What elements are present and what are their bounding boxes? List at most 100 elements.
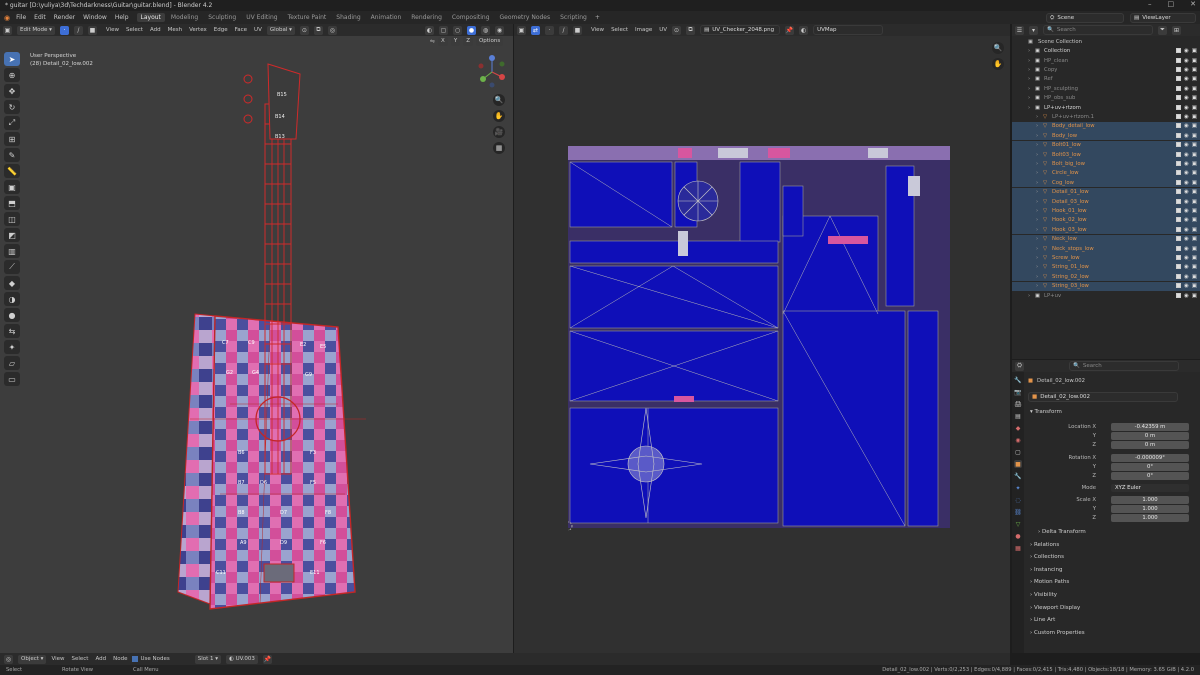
world-tab-icon[interactable]: ◉	[1014, 436, 1022, 444]
uv-snap-icon[interactable]: ⧉	[686, 25, 696, 35]
outliner-row[interactable]: › ▽ Neck_stops_low ◉ ▣	[1012, 243, 1200, 254]
include-checkbox[interactable]	[1175, 132, 1181, 138]
bottom-menu-select[interactable]: Select	[72, 656, 89, 662]
outliner[interactable]: ☰ ▾ 🔍 Search ⏷ ⊞ ▣ Scene Collection › ▣ Col…	[1012, 24, 1200, 359]
camera-icon[interactable]: ▣	[1192, 48, 1197, 54]
scale-z-field[interactable]: 1.000	[1111, 513, 1189, 522]
rotation-x-field[interactable]: -0.000009°	[1111, 453, 1189, 462]
include-checkbox[interactable]	[1175, 198, 1181, 204]
tool-tab-icon[interactable]: 🔧	[1014, 376, 1022, 384]
pivot-icon[interactable]: ⊙	[299, 25, 309, 35]
expand-arrow-icon[interactable]: ›	[1028, 95, 1030, 101]
edge-slide-tool-icon[interactable]: ⇆	[4, 324, 20, 338]
uv-menu-view[interactable]: View	[591, 27, 604, 33]
expand-arrow-icon[interactable]: ›	[1036, 123, 1038, 129]
material-pin-icon[interactable]: 📌	[262, 654, 272, 664]
wireframe-shading-icon[interactable]: ○	[453, 25, 462, 35]
object-type-selector[interactable]: Object ▾	[18, 654, 47, 664]
eye-icon[interactable]: ◉	[1184, 133, 1189, 139]
expand-arrow-icon[interactable]: ›	[1036, 283, 1038, 289]
eye-icon[interactable]: ◉	[1184, 170, 1189, 176]
expand-arrow-icon[interactable]: ›	[1036, 114, 1038, 120]
eye-icon[interactable]: ◉	[1184, 67, 1189, 73]
vertex-select-icon[interactable]: ·	[59, 25, 69, 35]
bottom-editor-type-icon[interactable]: ◎	[4, 654, 13, 664]
camera-icon[interactable]: ▣	[1192, 283, 1197, 289]
ortho-grid-icon[interactable]: ▦	[493, 142, 505, 154]
slot-selector[interactable]: Slot 1 ▾	[194, 654, 222, 664]
outliner-row[interactable]: › ▣ HP_clean ◉ ▣	[1012, 56, 1200, 65]
transform-tool-icon[interactable]: ⊞	[4, 132, 20, 146]
eye-icon[interactable]: ◉	[1184, 217, 1189, 223]
include-checkbox[interactable]	[1175, 189, 1181, 195]
camera-icon[interactable]: ▣	[1192, 86, 1197, 92]
rotation-z-field[interactable]: 0°	[1111, 471, 1189, 480]
include-checkbox[interactable]	[1175, 273, 1181, 279]
menu-render[interactable]: Render	[54, 14, 75, 21]
camera-icon[interactable]: ▣	[1192, 123, 1197, 129]
proportional-icon[interactable]: ◎	[327, 25, 337, 35]
viewport-menu-view[interactable]: View	[106, 27, 119, 33]
axis-z-toggle[interactable]: Z	[463, 37, 473, 46]
outliner-row[interactable]: › ▽ Neck_low ◉ ▣	[1012, 234, 1200, 244]
uv-sync-icon[interactable]: ⇄	[531, 25, 540, 35]
view-layer-tab-icon[interactable]: ▤	[1014, 412, 1022, 420]
eye-icon[interactable]: ◉	[1184, 274, 1189, 280]
outliner-search[interactable]: 🔍 Search	[1043, 25, 1153, 35]
bevel-tool-icon[interactable]: ◩	[4, 228, 20, 242]
tab-modeling[interactable]: Modeling	[167, 13, 202, 22]
panel-instancing[interactable]: › Instancing	[1030, 567, 1062, 573]
panel-viewport-display[interactable]: › Viewport Display	[1030, 605, 1080, 611]
image-selector[interactable]: ▤ UV_Checker_2048.png	[700, 25, 781, 35]
camera-icon[interactable]: ▣	[1192, 293, 1197, 299]
tab-animation[interactable]: Animation	[367, 13, 406, 22]
camera-icon[interactable]: ▣	[1192, 255, 1197, 261]
orientation-selector[interactable]: Global ▾	[266, 25, 295, 35]
output-tab-icon[interactable]: 🖨	[1014, 400, 1022, 408]
loop-cut-tool-icon[interactable]: ▥	[4, 244, 20, 258]
outliner-row[interactable]: › ▣ LP+uv ◉ ▣	[1012, 291, 1200, 300]
outliner-row[interactable]: › ▽ Bolt_big_low ◉ ▣	[1012, 159, 1200, 169]
maximize-icon[interactable]: □	[1168, 0, 1175, 8]
include-checkbox[interactable]	[1175, 104, 1181, 110]
expand-arrow-icon[interactable]: ›	[1036, 189, 1038, 195]
transform-panel-header[interactable]: ▾ Transform	[1030, 409, 1062, 415]
pin-icon[interactable]: 📌	[785, 25, 795, 35]
uv-face-select-icon[interactable]: ■	[573, 25, 582, 35]
options-dropdown[interactable]: Options	[475, 37, 504, 46]
expand-arrow-icon[interactable]: ›	[1028, 293, 1030, 299]
include-checkbox[interactable]	[1175, 207, 1181, 213]
annotate-tool-icon[interactable]: ✎	[4, 148, 20, 162]
include-checkbox[interactable]	[1175, 283, 1181, 289]
expand-arrow-icon[interactable]: ›	[1036, 180, 1038, 186]
include-checkbox[interactable]	[1175, 66, 1181, 72]
shrink-tool-icon[interactable]: ✦	[4, 340, 20, 354]
eye-icon[interactable]: ◉	[1184, 255, 1189, 261]
include-checkbox[interactable]	[1175, 151, 1181, 157]
eye-icon[interactable]: ◉	[1184, 123, 1189, 129]
properties-editor[interactable]: ⛭ 🔍 Search 🔧 📷 🖨 ▤ ◆ ◉ ▢ ■ 🔧 ✦ ◌ ⛓ ▽ ● ▦ …	[1012, 360, 1200, 653]
collection-tab-icon[interactable]: ▢	[1014, 448, 1022, 456]
bottom-menu-node[interactable]: Node	[113, 656, 127, 662]
include-checkbox[interactable]	[1175, 123, 1181, 129]
expand-arrow-icon[interactable]: ›	[1028, 58, 1030, 64]
expand-arrow-icon[interactable]: ›	[1028, 67, 1030, 73]
eye-icon[interactable]: ◉	[1184, 95, 1189, 101]
camera-icon[interactable]: ▣	[1192, 264, 1197, 270]
include-checkbox[interactable]	[1175, 217, 1181, 223]
expand-arrow-icon[interactable]: ›	[1036, 217, 1038, 223]
camera-view-icon[interactable]: 🎥	[493, 126, 505, 138]
viewport-menu-vertex[interactable]: Vertex	[189, 27, 207, 33]
object-data-field[interactable]: ■ Detail_02_low.002	[1028, 391, 1178, 402]
tab-geometry-nodes[interactable]: Geometry Nodes	[496, 13, 555, 22]
outliner-row[interactable]: › ▽ Body_low ◉ ▣	[1012, 131, 1200, 141]
camera-icon[interactable]: ▣	[1192, 161, 1197, 167]
viewport-menu-select[interactable]: Select	[126, 27, 143, 33]
eye-icon[interactable]: ◉	[1184, 180, 1189, 186]
uv-menu-select[interactable]: Select	[611, 27, 628, 33]
panel-visibility[interactable]: › Visibility	[1030, 592, 1057, 598]
add-workspace-icon[interactable]: +	[595, 14, 600, 21]
uv-layout[interactable]	[568, 146, 953, 531]
menu-file[interactable]: File	[16, 14, 26, 21]
uv-vertex-select-icon[interactable]: ·	[545, 25, 554, 35]
